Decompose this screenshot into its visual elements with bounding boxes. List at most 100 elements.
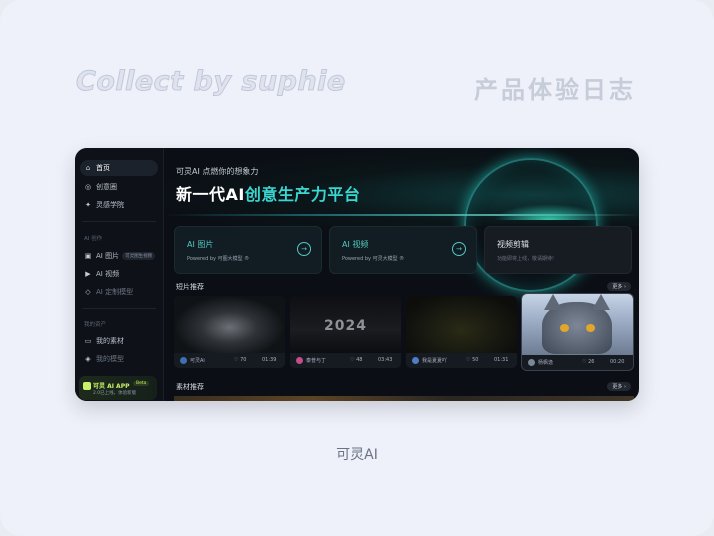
avatar [296,357,303,364]
sidebar-item-home[interactable]: ⌂ 首页 [80,160,158,176]
app-promo-banner[interactable]: 可灵 AI APP Beta 2.0已上线，体验新版 [79,376,157,400]
heart-icon: ♡ 50 [466,357,479,363]
horizon-glow [164,214,639,216]
sidebar-item-label: 首页 [96,164,110,172]
video-meta: 我是夏夏吖 ♡ 50 01:31 [406,353,517,368]
feature-cards: AI 图片 Powered by 可图大模型 ® → AI 视频 Powered… [174,226,634,274]
hero-slogan: 可灵AI 点燃你的想象力 [176,167,259,176]
heart-icon: ♡ 48 [350,357,363,363]
sidebar-divider [82,221,156,222]
sidebar-item-label: AI 视频 [96,270,120,278]
avatar [528,359,535,366]
sidebar-item-label: 我的素材 [96,337,124,345]
image-icon: ▣ [84,252,92,260]
spark-icon: ✦ [85,201,91,209]
video-meta: 杨枫逸 ♡ 26 00:20 [522,355,633,370]
video-likes: 70 [240,357,247,363]
video-card[interactable]: 杨枫逸 ♡ 26 00:20 [522,294,633,370]
sidebar-item-ai-model[interactable]: ◇ AI 定制模型 [80,284,158,300]
video-likes: 48 [356,357,363,363]
sidebar-item-label: 灵感学院 [96,201,124,209]
sidebar-section-create: AI 创作 [84,236,103,242]
sidebar-item-label: 创意圈 [96,183,117,191]
app-window: ⌂ 首页 ◎ 创意圈 ✦ 灵感学院 AI 创作 ▣ AI 图片 可灵图生视频 ▶… [75,148,639,401]
material-more-button[interactable]: 更多 › [607,382,631,391]
sidebar-item-ai-image[interactable]: ▣ AI 图片 可灵图生视频 [80,248,158,264]
cube-icon: ◈ [85,355,91,363]
cat-ear [544,294,562,310]
sidebar-item-label: AI 定制模型 [96,288,134,296]
sidebar-item-my-models[interactable]: ◈ 我的模型 [80,351,158,367]
sidebar-item-ai-video[interactable]: ▶ AI 视频 [80,266,158,282]
video-card[interactable]: 可灵Ai ♡ 70 01:39 [174,296,285,368]
cat-eye [586,324,595,332]
home-icon: ⌂ [85,164,91,172]
main-content: 可灵AI 点燃你的想象力 新一代AI创意生产力平台 AI 图片 Powered … [164,148,639,401]
video-author: 我是夏夏吖 [422,358,448,364]
sidebar: ⌂ 首页 ◎ 创意圈 ✦ 灵感学院 AI 创作 ▣ AI 图片 可灵图生视频 ▶… [75,148,164,401]
video-card[interactable]: 我是夏夏吖 ♡ 50 01:31 [406,296,517,368]
cat-ear [592,294,610,310]
video-thumbnail [174,296,285,353]
sidebar-item-label: AI 图片 [96,252,120,260]
sidebar-item-creative[interactable]: ◎ 创意圈 [80,179,158,195]
material-thumbnail-row [174,396,634,401]
arrow-right-icon[interactable]: → [452,242,466,256]
card-subtitle: Powered by 可灵大模型 ® [342,256,405,262]
sidebar-section-assets: 我的资产 [84,322,107,328]
card-subtitle: 功能即将上线，敬请期待! [497,256,555,262]
sidebar-item-label: 我的模型 [96,355,124,363]
thumbnail-overlay-text: 2024 [324,318,367,334]
card-subtitle: Powered by 可图大模型 ® [187,256,250,262]
page-header-title: 产品体验日志 [474,76,636,104]
video-thumbnail: 2024 [290,296,401,353]
video-author: 杨枫逸 [538,360,554,366]
avatar [412,357,419,364]
sidebar-divider [82,308,156,309]
video-thumbnail [522,294,633,355]
video-author: 可灵Ai [190,358,205,364]
avatar [180,357,187,364]
model-icon: ◇ [85,288,91,296]
hero-banner: 可灵AI 点燃你的想象力 新一代AI创意生产力平台 [164,148,639,292]
headline-prefix: 新一代AI [176,185,245,204]
card-title: AI 图片 [187,240,214,249]
cat-image [542,294,612,354]
promo-beta-tag: Beta [133,381,150,386]
card-title: 视频剪辑 [497,240,529,249]
app-logo-icon [83,382,91,390]
watermark-text: Collect by suphie [76,66,346,98]
video-duration: 01:39 [262,357,277,363]
video-meta: 可灵Ai ♡ 70 01:39 [174,353,285,368]
cat-eye [560,324,569,332]
globe-icon: ◎ [84,183,92,191]
video-likes: 26 [588,359,595,365]
card-video-edit[interactable]: 视频剪辑 功能即将上线，敬请期待! [484,226,632,274]
video-duration: 00:20 [610,359,625,365]
sidebar-item-my-assets[interactable]: ▭ 我的素材 [80,333,158,349]
card-ai-video[interactable]: AI 视频 Powered by 可灵大模型 ® → [329,226,477,274]
heart-icon: ♡ 70 [234,357,247,363]
video-icon: ▶ [85,270,91,278]
headline-accent: 创意生产力平台 [244,185,361,204]
video-author: 泰普与丁 [306,358,327,364]
mountain-decoration [494,204,604,220]
video-meta: 泰普与丁 ♡ 48 03:43 [290,353,401,368]
video-likes: 50 [472,357,479,363]
short-more-button[interactable]: 更多 › [607,282,631,291]
hero-headline: 新一代AI创意生产力平台 [176,181,360,205]
video-duration: 03:43 [378,357,393,363]
promo-title: 可灵 AI APP [93,383,130,390]
arrow-right-icon[interactable]: → [297,242,311,256]
heart-icon: ♡ 26 [582,359,595,365]
video-thumbnail [406,296,517,353]
video-duration: 01:31 [494,357,509,363]
video-card[interactable]: 2024 泰普与丁 ♡ 48 03:43 [290,296,401,368]
card-ai-image[interactable]: AI 图片 Powered by 可图大模型 ® → [174,226,322,274]
sidebar-badge: 可灵图生视频 [122,252,156,260]
short-section-title: 短片推荐 [176,283,204,291]
video-list: 可灵Ai ♡ 70 01:39 2024 泰普与丁 ♡ 48 03:43 我是夏… [174,294,634,370]
sidebar-item-academy[interactable]: ✦ 灵感学院 [80,197,158,213]
card-title: AI 视频 [342,240,369,249]
footer-caption: 可灵AI [336,447,378,463]
